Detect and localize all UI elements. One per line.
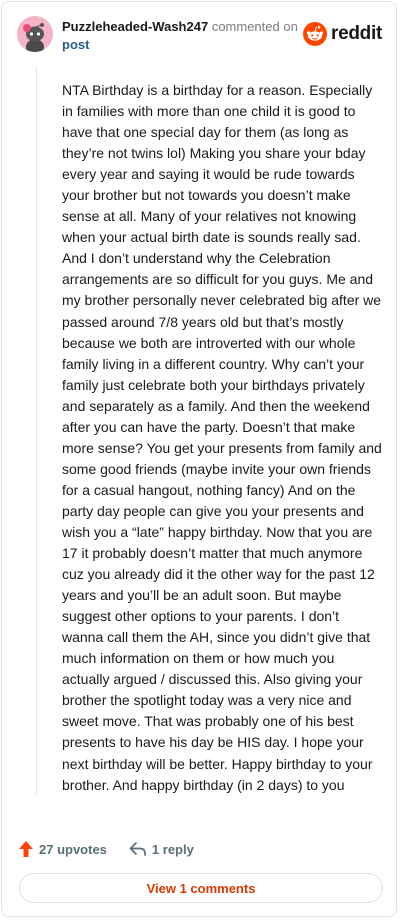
reply-count: 1 reply [151, 841, 194, 857]
comment-header: Puzzleheaded-Wash247 commented on post r… [17, 16, 382, 56]
view-comments-button[interactable]: View 1 comments [19, 873, 383, 903]
snoo-avatar-icon [17, 16, 53, 52]
comment-meta: Puzzleheaded-Wash247 commented on post [62, 18, 302, 54]
upvote-arrow-icon [19, 841, 33, 857]
upvote-count: 27 upvotes [39, 841, 107, 857]
upvote-button[interactable]: 27 upvotes [18, 840, 107, 858]
reddit-logo-icon [303, 22, 328, 46]
reply-button[interactable]: 1 reply [129, 841, 194, 857]
comment-actions: 27 upvotes 1 reply [18, 838, 194, 860]
post-link[interactable]: post [62, 36, 302, 54]
user-avatar[interactable] [17, 16, 53, 52]
comment-body: NTA Birthday is a birthday for a reason.… [62, 82, 382, 793]
reply-arrow-icon [129, 842, 146, 856]
thread-line [36, 66, 37, 796]
reddit-logo[interactable]: reddit [303, 22, 382, 46]
commented-on-text: commented on [211, 19, 298, 34]
logo-wordmark: reddit [331, 23, 382, 44]
username-link[interactable]: Puzzleheaded-Wash247 [62, 19, 208, 34]
comment-card: Puzzleheaded-Wash247 commented on post r… [1, 1, 397, 917]
